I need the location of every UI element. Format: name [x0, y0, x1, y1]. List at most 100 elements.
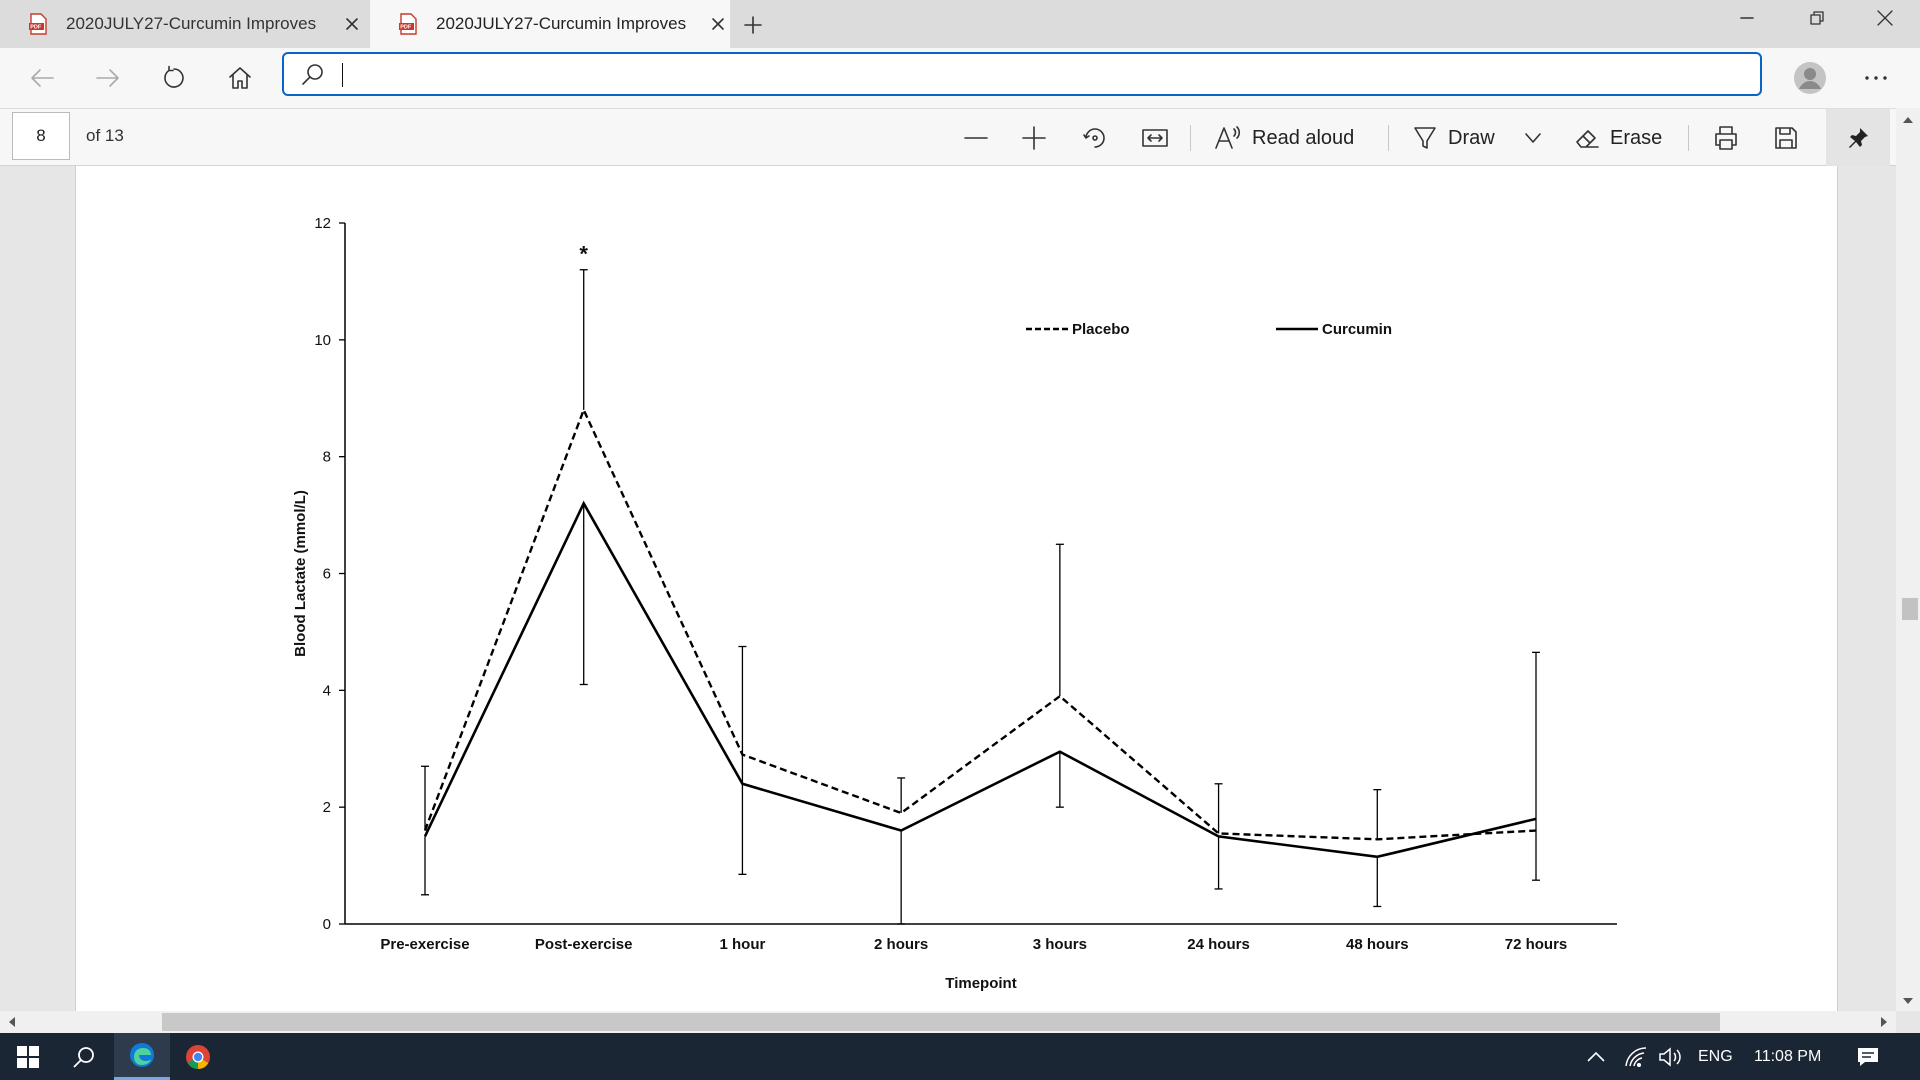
pdf-page: 0 2 4 6 8 10 12 Pre-exercise Post-exercise 1 hou… — [75, 166, 1838, 1011]
tab-pdf-1[interactable]: PDF 2020JULY27-Curcumin Improves — [0, 0, 370, 48]
series-line-placebo — [423, 406, 1537, 841]
chevron-up-icon — [1587, 1051, 1605, 1062]
show-hidden-icons[interactable] — [1586, 1033, 1606, 1080]
settings-more-button[interactable] — [1856, 58, 1896, 98]
tab-strip: PDF 2020JULY27-Curcumin Improves PDF 202… — [0, 0, 1920, 48]
input-language[interactable]: ENG — [1698, 1033, 1733, 1080]
chart-legend: Placebo Curcumin — [1026, 321, 1392, 338]
horizontal-scroll-thumb[interactable] — [162, 1013, 1720, 1031]
vertical-scroll-thumb[interactable] — [1902, 598, 1918, 620]
blood-lactate-chart: 0 2 4 6 8 10 12 Pre-exercise Post-exercise 1 hou… — [292, 215, 1617, 992]
chart-axes — [344, 223, 1617, 925]
save-button[interactable] — [1766, 118, 1806, 158]
svg-text:PDF: PDF — [30, 25, 42, 31]
restore-button[interactable] — [1794, 4, 1840, 32]
minimize-button[interactable] — [1724, 4, 1770, 32]
scroll-down-icon[interactable] — [1896, 993, 1920, 1009]
windows-logo-icon — [17, 1045, 39, 1068]
draw-button[interactable]: Draw — [1412, 118, 1512, 158]
y-tick-label: 2 — [323, 799, 331, 816]
edge-browser-icon — [130, 1043, 154, 1067]
close-tab-icon[interactable] — [706, 12, 730, 36]
x-tick-label: 3 hours — [1033, 936, 1087, 953]
toolbar-separator — [1388, 125, 1389, 151]
rotate-button[interactable] — [1075, 118, 1115, 158]
zoom-in-button[interactable] — [1014, 118, 1054, 158]
scroll-left-icon[interactable] — [4, 1011, 20, 1033]
pdf-toolbar: 8 of 13 Read aloud Draw Erase — [0, 108, 1920, 166]
address-bar[interactable] — [282, 52, 1762, 96]
y-tick-label: 0 — [323, 916, 331, 933]
taskbar-edge-button[interactable] — [114, 1033, 170, 1080]
legend-label-curcumin: Curcumin — [1322, 321, 1392, 338]
avatar-icon — [1794, 62, 1826, 94]
home-button[interactable] — [220, 58, 260, 98]
tab-title: 2020JULY27-Curcumin Improves — [66, 14, 317, 33]
network-status[interactable] — [1624, 1033, 1648, 1080]
refresh-icon — [164, 65, 184, 88]
close-tab-icon[interactable] — [340, 12, 364, 36]
toolbar-separator — [1688, 125, 1689, 151]
draw-label: Draw — [1448, 126, 1495, 149]
address-input[interactable] — [342, 60, 1746, 90]
search-icon — [73, 1046, 94, 1068]
pin-toolbar-button[interactable] — [1826, 109, 1890, 166]
draw-pen-icon — [1414, 127, 1436, 149]
minus-icon — [964, 137, 988, 139]
volume-control[interactable] — [1658, 1033, 1684, 1080]
taskbar-search-button[interactable] — [56, 1033, 112, 1080]
clock[interactable]: 11:08 PM — [1754, 1033, 1821, 1080]
read-aloud-button[interactable]: Read aloud — [1214, 118, 1374, 158]
erase-button[interactable]: Erase — [1574, 118, 1674, 158]
arrow-left-icon — [31, 69, 54, 87]
new-tab-button[interactable] — [738, 10, 768, 40]
back-button[interactable] — [22, 58, 62, 98]
pdf-viewer: 0 2 4 6 8 10 12 Pre-exercise Post-exercise 1 hou… — [0, 166, 1920, 1011]
y-tick-label: 8 — [323, 449, 331, 466]
chart-series — [423, 406, 1537, 859]
x-tick-label: 1 hour — [720, 936, 766, 953]
taskbar-chrome-button[interactable] — [170, 1033, 226, 1080]
x-tick-label: 24 hours — [1187, 936, 1250, 953]
toolbar-separator — [1190, 125, 1191, 151]
draw-options-dropdown[interactable] — [1518, 118, 1548, 158]
tab-pdf-2[interactable]: PDF 2020JULY27-Curcumin Improves — [370, 0, 730, 48]
pdf-icon: PDF — [399, 13, 417, 35]
x-tick-label: 72 hours — [1505, 936, 1568, 953]
pin-icon — [1849, 127, 1868, 148]
x-axis-ticks: Pre-exercise Post-exercise 1 hour 2 hours 3 … — [380, 936, 1567, 953]
y-tick-label: 6 — [323, 566, 331, 583]
minimize-icon — [1740, 17, 1754, 19]
chrome-browser-icon — [186, 1044, 210, 1069]
significance-marker: * — [579, 242, 588, 267]
refresh-button[interactable] — [154, 58, 194, 98]
pdf-icon: PDF — [29, 13, 47, 35]
y-axis-ticks: 0 2 4 6 8 10 12 — [314, 215, 345, 933]
read-aloud-label: Read aloud — [1252, 126, 1355, 149]
start-button[interactable] — [0, 1033, 56, 1080]
close-window-button[interactable] — [1862, 4, 1908, 32]
scroll-up-icon[interactable] — [1896, 112, 1920, 128]
profile-button[interactable] — [1790, 58, 1830, 98]
fit-page-button[interactable] — [1135, 118, 1175, 158]
erase-label: Erase — [1610, 126, 1663, 149]
wifi-icon — [1625, 1046, 1647, 1067]
scroll-right-icon[interactable] — [1876, 1011, 1892, 1033]
print-button[interactable] — [1706, 118, 1746, 158]
action-center-button[interactable] — [1856, 1033, 1880, 1080]
zoom-out-button[interactable] — [956, 118, 996, 158]
error-bars — [421, 269, 1540, 925]
plus-icon — [1022, 126, 1046, 150]
x-tick-label: Post-exercise — [535, 936, 633, 953]
vertical-scrollbar[interactable] — [1896, 108, 1920, 1011]
plus-icon — [744, 16, 762, 34]
x-tick-label: 48 hours — [1346, 936, 1409, 953]
fit-width-icon — [1142, 129, 1168, 147]
y-tick-label: 12 — [314, 215, 331, 232]
page-number-input[interactable]: 8 — [12, 112, 70, 160]
windows-taskbar: ENG 11:08 PM — [0, 1033, 1920, 1080]
page-count: of 13 — [86, 126, 124, 145]
home-icon — [229, 67, 251, 89]
forward-button[interactable] — [88, 58, 128, 98]
x-tick-label: 2 hours — [874, 936, 928, 953]
